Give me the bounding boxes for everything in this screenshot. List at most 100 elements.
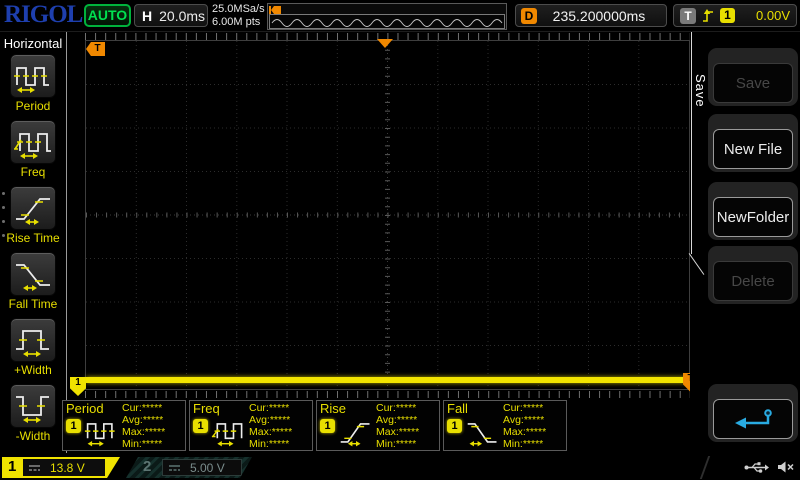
return-arrow-icon [731,407,775,431]
stat-avg: Avg:***** [122,414,165,426]
fall-time-icon [465,415,501,449]
period-button[interactable] [10,54,56,98]
minus-width-button[interactable] [10,384,56,428]
sidebar-item-period[interactable]: Period [0,54,66,120]
sidebar-item-label: Fall Time [0,297,66,311]
rise-time-button[interactable] [10,186,56,230]
rigol-logo: RIGOL [4,1,82,29]
stat-min: Min:***** [376,438,419,450]
panel-title: Freq [193,401,220,416]
delete-button[interactable]: Delete [713,261,793,301]
softkey-slot: NewFolder [708,182,798,240]
sample-rate: 25.0MSa/s [212,3,265,16]
measurement-panel-fall[interactable]: Fall 1 Cur:***** Avg:***** Max:***** Min… [443,400,567,451]
sidebar-item-minus-width[interactable]: -Width [0,384,66,450]
bottom-ruler [85,391,690,398]
back-button[interactable] [713,399,793,439]
measure-sidebar: Horizontal Period Freq [0,32,67,453]
stat-avg: Avg:***** [249,414,292,426]
speaker-muted-icon [777,460,795,474]
measure-item-list: Period Freq Rise Time [0,54,66,450]
menu-tab-diagonal [689,253,705,275]
sidebar-item-fall-time[interactable]: Fall Time [0,252,66,318]
fall-time-button[interactable] [10,252,56,296]
rise-time-icon [338,415,374,449]
acquisition-info: 25.0MSa/s 6.00M pts [212,3,265,29]
stat-cur: Cur:***** [503,402,546,414]
stat-max: Max:***** [376,426,419,438]
channel1-indicator[interactable]: 1 13.8 V [2,457,120,478]
dc-coupling-icon [168,464,181,472]
sidebar-item-label: Freq [0,165,66,179]
panel-title: Period [66,401,104,416]
measure-category-title[interactable]: Horizontal [0,32,66,54]
channel1-scale: 13.8 V [50,461,85,475]
source-badge: 1 [193,419,208,433]
stat-cur: Cur:***** [122,402,165,414]
stat-max: Max:***** [249,426,292,438]
channel1-offset-marker[interactable]: 1 [70,377,86,396]
menu-tab-edge [691,32,692,254]
source-badge: 1 [447,419,462,433]
stat-min: Min:***** [503,438,546,450]
channel1-number: 1 [8,458,16,475]
minus-width-icon [13,389,53,423]
sidebar-item-label: +Width [0,363,66,377]
freq-button[interactable] [10,120,56,164]
measurement-panel-period[interactable]: Period 1 Cur:***** Avg:***** Max:***** M… [62,400,186,451]
channel1-trace [86,377,689,383]
plus-width-icon [13,323,53,357]
waveform-preview[interactable] [267,3,507,30]
period-icon [84,415,120,449]
sidebar-item-plus-width[interactable]: +Width [0,318,66,384]
measurement-strip: Period 1 Cur:***** Avg:***** Max:***** M… [62,400,567,451]
softkey-slot [708,384,798,442]
stat-min: Min:***** [122,438,165,450]
measurement-panel-freq[interactable]: Freq 1 Cur:***** Avg:***** Max:***** Min… [189,400,313,451]
stat-max: Max:***** [122,426,165,438]
sidebar-item-label: Rise Time [0,231,66,245]
panel-title: Fall [447,401,468,416]
freq-icon [13,125,53,159]
delay-value: 235.200000ms [537,8,661,24]
channel-status-bar: 1 13.8 V 2 5.00 V [0,455,800,480]
fall-time-icon [13,257,53,291]
sidebar-item-rise-time[interactable]: Rise Time [0,186,66,252]
timebase-value: 20.0ms [159,8,205,24]
new-file-button[interactable]: New File [713,129,793,169]
new-folder-button[interactable]: NewFolder [713,197,793,237]
run-status-badge[interactable]: AUTO [84,4,131,27]
preview-left-arrow-icon [271,6,281,14]
plus-width-button[interactable] [10,318,56,362]
trigger-readout[interactable]: T 1 0.00V [673,4,797,27]
preview-sine-icon [270,15,504,28]
softkey-slot: Delete [708,246,798,304]
status-bar: RIGOL AUTO H 20.0ms 25.0MSa/s 6.00M pts … [0,0,800,32]
source-badge: 1 [320,419,335,433]
stat-avg: Avg:***** [376,414,419,426]
panel-title: Rise [320,401,346,416]
channel2-readout: 5.00 V [162,459,242,476]
softkey-slot: New File [708,114,798,172]
sidebar-item-label: Period [0,99,66,113]
stat-max: Max:***** [503,426,546,438]
timebase-readout[interactable]: H 20.0ms [134,4,208,27]
rise-time-icon [13,191,53,225]
usb-icon [744,461,770,474]
channel2-indicator[interactable]: 2 5.00 V [126,457,252,478]
softkey-slot: Save [708,48,798,106]
top-ruler [85,33,690,40]
delay-readout[interactable]: D 235.200000ms [515,4,667,27]
trigger-level-value: 0.00V [741,8,790,23]
source-badge: 1 [66,419,81,433]
preview-window [269,14,505,29]
period-icon [13,59,53,93]
stat-cur: Cur:***** [376,402,419,414]
stat-cur: Cur:***** [249,402,292,414]
stat-avg: Avg:***** [503,414,546,426]
trigger-source-badge: 1 [720,8,735,23]
measurement-panel-rise[interactable]: Rise 1 Cur:***** Avg:***** Max:***** Min… [316,400,440,451]
memory-depth: 6.00M pts [212,16,265,29]
sidebar-item-freq[interactable]: Freq [0,120,66,186]
save-button[interactable]: Save [713,63,793,103]
